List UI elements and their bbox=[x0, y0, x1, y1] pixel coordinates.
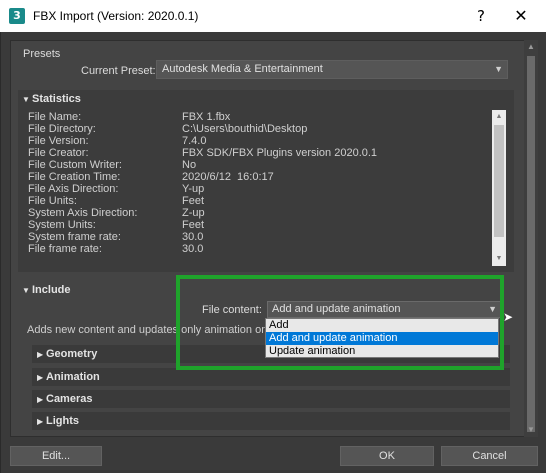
statistics-header-label: Statistics bbox=[32, 93, 81, 105]
stat-row: File Custom Writer: No bbox=[28, 159, 488, 171]
subsection-label: Geometry bbox=[46, 348, 98, 360]
stat-value: FBX SDK/FBX Plugins version 2020.0.1 bbox=[182, 147, 378, 159]
expand-triangle-icon: ▶ bbox=[37, 373, 44, 382]
expand-triangle-icon: ▶ bbox=[37, 417, 44, 426]
stat-value: 7.4.0 bbox=[182, 135, 207, 147]
option-update-animation[interactable]: Update animation bbox=[266, 345, 498, 358]
stat-label: File Creation Time: bbox=[28, 171, 121, 183]
ok-button[interactable]: OK bbox=[340, 446, 434, 466]
stat-label: File Creator: bbox=[28, 147, 89, 159]
file-content-value: Add and update animation bbox=[272, 303, 401, 315]
stat-label: File Axis Direction: bbox=[28, 183, 119, 195]
stat-row: System Units: Feet bbox=[28, 219, 488, 231]
stat-value: 2020/6/12 16:0:17 bbox=[182, 171, 274, 183]
collapse-triangle-icon: ▼ bbox=[22, 95, 30, 104]
window-title: FBX Import (Version: 2020.0.1) bbox=[33, 9, 199, 23]
file-content-dropdown[interactable]: Add and update animation ▼ bbox=[267, 301, 502, 318]
help-button[interactable]: ? bbox=[466, 4, 496, 28]
stat-label: System Units: bbox=[28, 219, 96, 231]
stat-label: System frame rate: bbox=[28, 231, 121, 243]
stat-label: File Directory: bbox=[28, 123, 96, 135]
stat-value: Z-up bbox=[182, 207, 205, 219]
stat-row: File Units: Feet bbox=[28, 195, 488, 207]
scroll-up-arrow-icon[interactable]: ▲ bbox=[524, 40, 538, 54]
subsection-cameras[interactable]: ▶ Cameras bbox=[32, 390, 510, 408]
current-preset-label: Current Preset: bbox=[81, 65, 156, 77]
subsection-label: Animation bbox=[46, 371, 100, 383]
app-3dsmax-icon: 3 bbox=[9, 8, 25, 24]
file-content-options-list: Add Add and update animation Update anim… bbox=[265, 318, 499, 358]
include-header[interactable]: ▼ Include bbox=[18, 281, 514, 299]
stat-row: File frame rate: 30.0 bbox=[28, 243, 488, 255]
collapse-triangle-icon: ▼ bbox=[22, 286, 30, 295]
scroll-down-arrow-icon[interactable]: ▼ bbox=[492, 252, 506, 266]
title-bar: 3 FBX Import (Version: 2020.0.1) ? ✕ bbox=[0, 0, 546, 32]
stat-value: 30.0 bbox=[182, 243, 204, 255]
subsection-lights[interactable]: ▶ Lights bbox=[32, 412, 510, 430]
stat-row: System frame rate: 30.0 bbox=[28, 231, 488, 243]
stat-value: C:\Users\bouthid\Desktop bbox=[182, 123, 308, 135]
options-scrollbar[interactable]: ▲ ▼ bbox=[524, 40, 538, 437]
stat-label: File Custom Writer: bbox=[28, 159, 122, 171]
stat-label: File Units: bbox=[28, 195, 77, 207]
current-preset-dropdown[interactable]: Autodesk Media & Entertainment ▼ bbox=[156, 60, 508, 79]
subsection-label: Lights bbox=[46, 415, 79, 427]
cancel-button[interactable]: Cancel bbox=[441, 446, 538, 466]
stat-row: File Directory: C:\Users\bouthid\Desktop bbox=[28, 123, 488, 135]
stat-value: Feet bbox=[182, 219, 205, 231]
chevron-down-icon: ▼ bbox=[488, 304, 497, 314]
option-add-and-update-animation[interactable]: Add and update animation bbox=[266, 332, 498, 345]
stat-row: File Creation Time: 2020/6/12 16:0:17 bbox=[28, 171, 488, 183]
scroll-up-arrow-icon[interactable]: ▲ bbox=[492, 110, 506, 124]
stat-row: File Name: FBX 1.fbx bbox=[28, 111, 488, 123]
stat-value: Feet bbox=[182, 195, 205, 207]
include-header-label: Include bbox=[32, 284, 71, 296]
stat-value: FBX 1.fbx bbox=[182, 111, 231, 123]
expand-triangle-icon: ▶ bbox=[37, 350, 44, 359]
scroll-down-arrow-icon[interactable]: ▼ bbox=[524, 423, 538, 437]
chevron-down-icon: ▼ bbox=[494, 64, 503, 74]
expand-triangle-icon: ▶ bbox=[37, 395, 44, 404]
scrollbar-thumb[interactable] bbox=[527, 56, 535, 432]
stat-row: File Version: 7.4.0 bbox=[28, 135, 488, 147]
include-section: ▼ Include File content: Add and update an… bbox=[18, 281, 514, 435]
stat-label: File Name: bbox=[28, 111, 82, 123]
stat-row: File Axis Direction: Y-up bbox=[28, 183, 488, 195]
stat-label: File frame rate: bbox=[28, 243, 102, 255]
file-content-label: File content: bbox=[202, 304, 262, 316]
stat-label: File Version: bbox=[28, 135, 89, 147]
statistics-section: ▼ Statistics File Name: FBX 1.fbx File Dir… bbox=[18, 90, 514, 272]
stat-row: System Axis Direction: Z-up bbox=[28, 207, 488, 219]
scrollbar-thumb[interactable] bbox=[494, 125, 504, 237]
stat-label: System Axis Direction: bbox=[28, 207, 138, 219]
subsection-label: Cameras bbox=[46, 393, 93, 405]
stat-value: Y-up bbox=[182, 183, 205, 195]
mouse-cursor-icon: ➤ bbox=[503, 310, 514, 324]
current-preset-value: Autodesk Media & Entertainment bbox=[162, 63, 323, 75]
option-add[interactable]: Add bbox=[266, 319, 498, 332]
presets-group-label: Presets bbox=[23, 48, 61, 60]
stat-row: File Creator: FBX SDK/FBX Plugins version… bbox=[28, 147, 488, 159]
stat-value: 30.0 bbox=[182, 231, 204, 243]
subsection-animation[interactable]: ▶ Animation bbox=[32, 368, 510, 386]
stat-value: No bbox=[182, 159, 197, 171]
edit-button[interactable]: Edit... bbox=[10, 446, 102, 466]
statistics-list: File Name: FBX 1.fbx File Directory: C:\Us… bbox=[22, 110, 510, 266]
statistics-scrollbar[interactable]: ▲ ▼ bbox=[492, 110, 506, 266]
statistics-header[interactable]: ▼ Statistics bbox=[18, 90, 514, 108]
close-button[interactable]: ✕ bbox=[506, 4, 536, 28]
include-description: Adds new content and updates only animat… bbox=[27, 324, 280, 336]
